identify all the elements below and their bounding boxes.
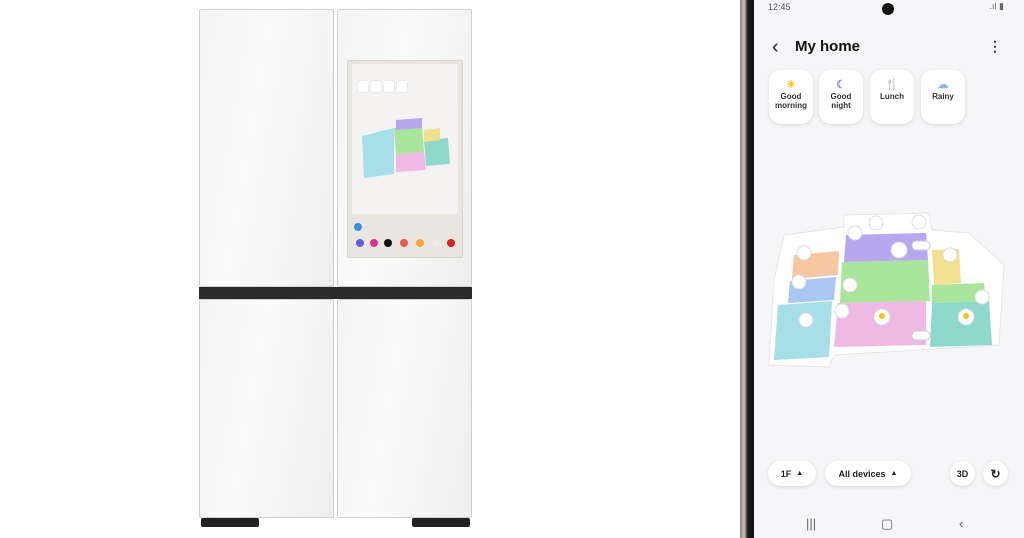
floor-selector[interactable]: 1F ▲ <box>768 461 816 486</box>
status-time: 12:45 <box>768 2 791 12</box>
fridge-display[interactable] <box>347 60 463 258</box>
scene-rainy[interactable]: ☁ Rainy <box>921 70 965 124</box>
device-icon <box>798 312 814 328</box>
more-options-button[interactable]: ⋮ <box>988 38 1002 55</box>
device-icon <box>796 245 812 261</box>
room-teal <box>930 301 992 347</box>
home-button[interactable]: ▢ <box>881 516 893 532</box>
more-devices-badge <box>911 240 931 251</box>
fridge-door-bottom-left <box>199 299 334 518</box>
phone-bezel <box>740 0 754 538</box>
nav-back-button[interactable]: ‹ <box>959 516 963 531</box>
light-icon <box>890 241 908 259</box>
device-filter[interactable]: All devices ▲ <box>825 461 911 486</box>
scene-lunch[interactable]: 🍴 Lunch <box>870 70 914 124</box>
caret-up-icon: ▲ <box>796 470 804 477</box>
rotate-icon: ↻ <box>990 466 1001 481</box>
fridge-door-top-left <box>199 9 334 287</box>
device-icon <box>847 225 863 241</box>
scene-good-morning[interactable]: ☀ Good morning <box>769 70 813 124</box>
fridge-display-home-app <box>352 64 458 214</box>
more-devices-badge <box>911 330 931 341</box>
moon-icon: ☾ <box>836 79 846 91</box>
fridge-divider <box>199 287 472 299</box>
device-icon <box>842 277 858 293</box>
device-icon <box>974 289 990 305</box>
device-icon <box>868 215 884 231</box>
front-camera <box>882 3 894 15</box>
device-icon <box>911 214 927 230</box>
scene-good-night[interactable]: ☾ Good night <box>819 70 863 124</box>
caret-up-icon: ▲ <box>890 470 898 477</box>
recent-apps-button[interactable]: ||| <box>806 516 816 531</box>
device-icon <box>942 247 958 263</box>
signal-battery-icon: .ıl ▮ <box>989 1 1004 11</box>
device-icon <box>791 274 807 290</box>
fridge-floor-plan <box>362 118 450 178</box>
phone-screen: 12:45 .ıl ▮ ‹ My home ⋮ ☀ Good morning ☾ … <box>754 0 1024 538</box>
sun-icon: ☀ <box>786 79 796 91</box>
view-3d-button[interactable]: 3D <box>950 461 975 486</box>
back-button[interactable]: ‹ <box>772 36 779 59</box>
fridge-foot <box>201 518 259 527</box>
room-cyan <box>774 301 832 360</box>
utensils-icon: 🍴 <box>885 79 899 91</box>
page-title: My home <box>795 38 861 55</box>
floor-plan-3d[interactable] <box>754 205 1024 375</box>
rotate-view-button[interactable]: ↻ <box>983 461 1008 486</box>
rain-cloud-icon: ☁ <box>937 79 949 91</box>
fridge-foot <box>412 518 470 527</box>
fridge-door-bottom-right <box>337 299 472 518</box>
device-icon <box>834 303 850 319</box>
